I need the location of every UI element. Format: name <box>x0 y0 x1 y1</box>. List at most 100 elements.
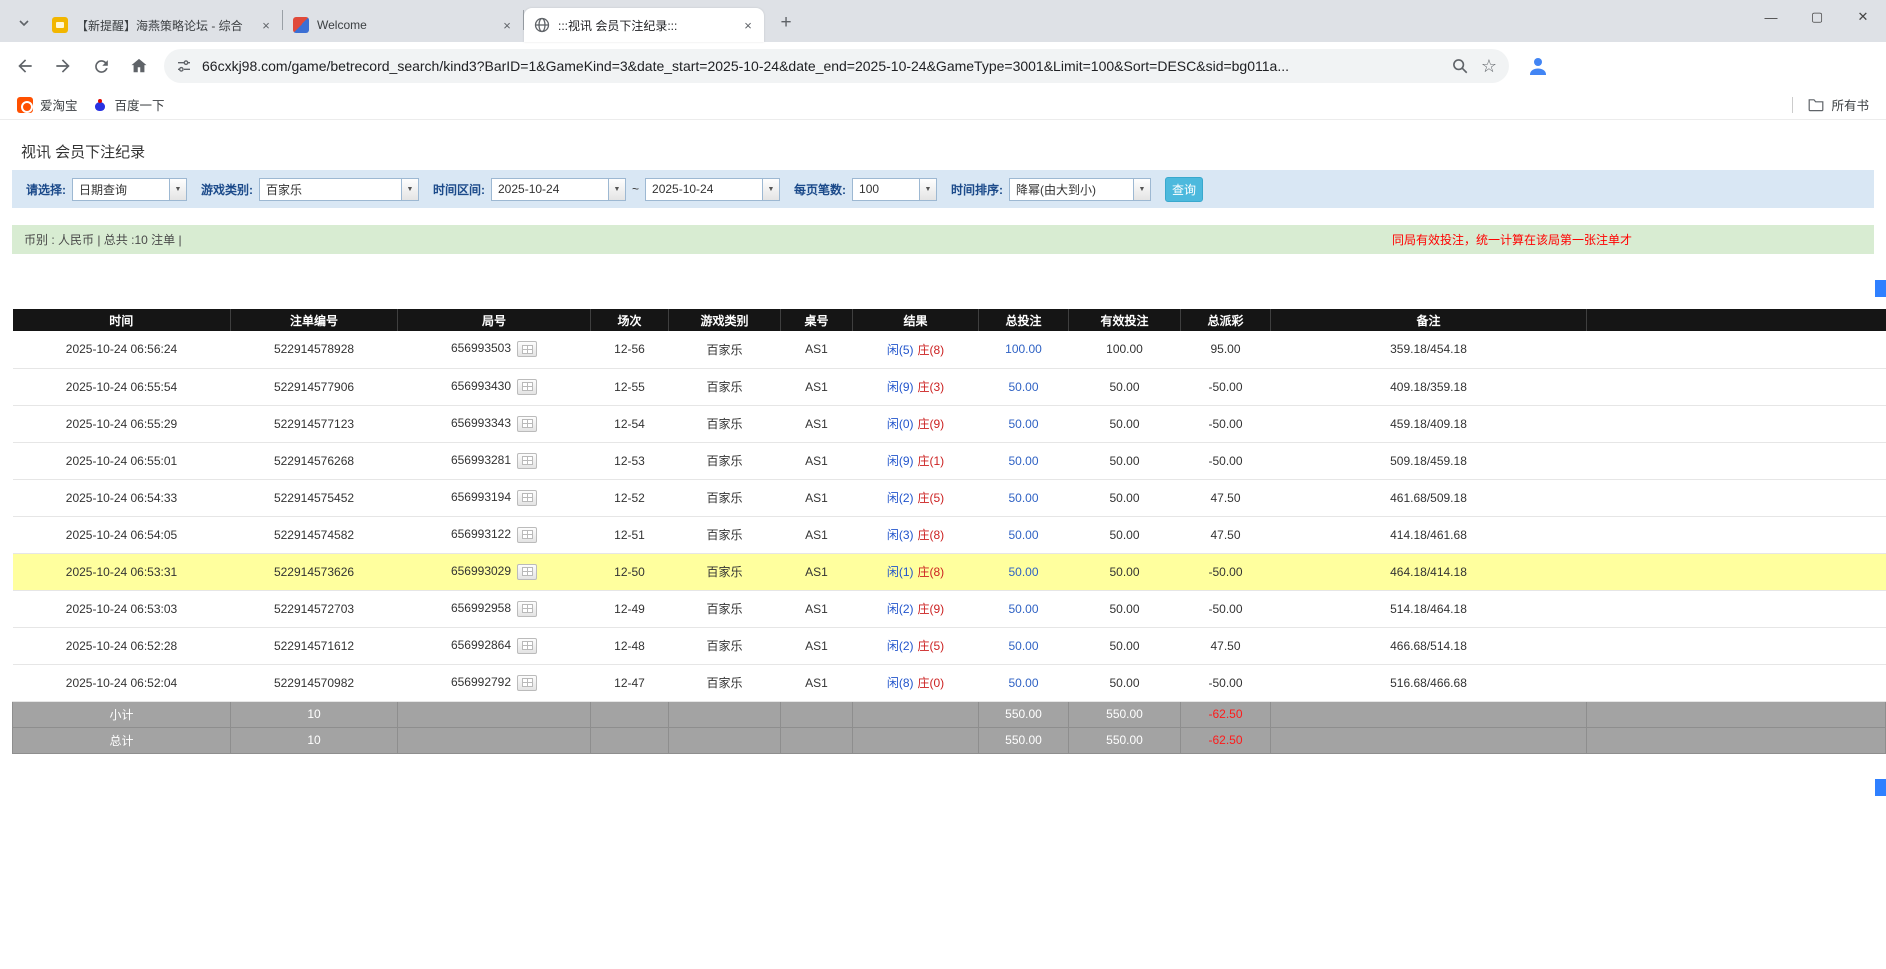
total-bet-link[interactable]: 50.00 <box>1008 639 1038 653</box>
dropdown-arrow-icon[interactable]: ▼ <box>401 179 418 200</box>
cell-payout: -50.00 <box>1181 405 1271 442</box>
forward-button[interactable] <box>46 49 80 83</box>
scroll-marker-top[interactable] <box>1875 280 1886 297</box>
total-bet-link[interactable]: 50.00 <box>1008 417 1038 431</box>
total-bet-link[interactable]: 50.00 <box>1008 602 1038 616</box>
bookmarks-bar: 爱淘宝 百度一下 所有书 <box>0 90 1886 120</box>
roadmap-button[interactable] <box>517 416 537 432</box>
maximize-button[interactable]: ▢ <box>1794 0 1840 34</box>
bookmark-baidu[interactable]: 百度一下 <box>85 92 172 117</box>
roadmap-button[interactable] <box>517 638 537 654</box>
cell-session: 12-49 <box>591 590 669 627</box>
table-row: 2025-10-24 06:54:33522914575452656993194… <box>13 479 1886 516</box>
cell-payout: 47.50 <box>1181 516 1271 553</box>
cell-game-type: 百家乐 <box>669 331 781 368</box>
tab-title: 【新提醒】海燕策略论坛 - 综合 <box>76 17 252 34</box>
minimize-button[interactable]: — <box>1748 0 1794 34</box>
back-button[interactable] <box>8 49 42 83</box>
roadmap-button[interactable] <box>517 379 537 395</box>
bookmark-star-icon[interactable]: ☆ <box>1481 56 1497 77</box>
total-bet-link[interactable]: 100.00 <box>1005 342 1042 356</box>
page-size-select[interactable]: 100 ▼ <box>852 178 937 201</box>
home-button[interactable] <box>122 49 156 83</box>
cell-total-bet: 50.00 <box>979 664 1069 701</box>
col-header-total-bet: 总投注 <box>979 309 1069 331</box>
dropdown-arrow-icon[interactable]: ▼ <box>169 179 186 200</box>
total-bet-link[interactable]: 50.00 <box>1008 491 1038 505</box>
search-button[interactable]: 查询 <box>1165 177 1203 202</box>
dropdown-arrow-icon[interactable]: ▼ <box>1133 179 1150 200</box>
roadmap-button[interactable] <box>517 675 537 691</box>
baidu-icon <box>92 97 108 113</box>
tab-search-button[interactable] <box>10 9 38 37</box>
dropdown-arrow-icon[interactable]: ▼ <box>762 179 779 200</box>
dropdown-arrow-icon[interactable]: ▼ <box>608 179 625 200</box>
cell-filler <box>1587 627 1886 664</box>
roadmap-button[interactable] <box>517 564 537 580</box>
zoom-icon[interactable] <box>1451 57 1469 75</box>
cell-payout: -50.00 <box>1181 664 1271 701</box>
cell-note: 514.18/464.18 <box>1271 590 1587 627</box>
tab-forum[interactable]: 【新提醒】海燕策略论坛 - 综合 × <box>42 8 282 42</box>
cell-session: 12-55 <box>591 368 669 405</box>
url-text[interactable]: 66cxkj98.com/game/betrecord_search/kind3… <box>202 58 1439 74</box>
scroll-marker-bottom[interactable] <box>1875 779 1886 796</box>
cell-note: 464.18/414.18 <box>1271 553 1587 590</box>
tab-close-icon[interactable]: × <box>258 17 274 33</box>
profile-avatar[interactable] <box>1521 49 1555 83</box>
roadmap-button[interactable] <box>517 341 537 357</box>
cell-result: 闲(1)庄(8) <box>853 553 979 590</box>
cell-payout: -50.00 <box>1181 553 1271 590</box>
roadmap-button[interactable] <box>517 490 537 506</box>
cell-valid-bet: 50.00 <box>1069 405 1181 442</box>
forum-favicon-icon <box>52 17 68 33</box>
total-bet-link[interactable]: 50.00 <box>1008 528 1038 542</box>
bookmark-taobao[interactable]: 爱淘宝 <box>10 92 85 117</box>
cell-total-bet: 50.00 <box>979 405 1069 442</box>
tab-close-icon[interactable]: × <box>499 17 515 33</box>
subtotal-payout: -62.50 <box>1181 701 1271 727</box>
cell-note: 359.18/454.18 <box>1271 331 1587 368</box>
cell-time: 2025-10-24 06:56:24 <box>13 331 231 368</box>
query-type-select[interactable]: 日期查询 ▼ <box>72 178 187 201</box>
page-size-value: 100 <box>853 182 919 196</box>
bookmark-label: 百度一下 <box>115 95 165 114</box>
cell-round-id: 656993122 <box>398 516 591 553</box>
cell-session: 12-47 <box>591 664 669 701</box>
cell-valid-bet: 50.00 <box>1069 516 1181 553</box>
total-bet-link[interactable]: 50.00 <box>1008 676 1038 690</box>
dropdown-arrow-icon[interactable]: ▼ <box>919 179 936 200</box>
date-start-value: 2025-10-24 <box>492 182 608 196</box>
roadmap-button[interactable] <box>517 601 537 617</box>
tab-welcome[interactable]: Welcome × <box>283 8 523 42</box>
tab-close-icon[interactable]: × <box>740 17 756 33</box>
all-bookmarks-folder[interactable]: 所有书 <box>1801 92 1876 117</box>
home-icon <box>129 56 149 76</box>
date-end-input[interactable]: 2025-10-24 ▼ <box>645 178 780 201</box>
total-count: 10 <box>231 727 398 753</box>
roadmap-button[interactable] <box>517 453 537 469</box>
total-bet-link[interactable]: 50.00 <box>1008 565 1038 579</box>
reload-button[interactable] <box>84 49 118 83</box>
roadmap-button[interactable] <box>517 527 537 543</box>
cell-total-bet: 50.00 <box>979 627 1069 664</box>
cell-result: 闲(9)庄(1) <box>853 442 979 479</box>
cell-table-no: AS1 <box>781 590 853 627</box>
total-bet-link[interactable]: 50.00 <box>1008 380 1038 394</box>
sort-select[interactable]: 降幂(由大到小) ▼ <box>1009 178 1151 201</box>
info-bar: 币别 : 人民币 | 总共 :10 注单 | 同局有效投注，统一计算在该局第一张… <box>12 225 1874 254</box>
tab-bet-records[interactable]: :::视讯 会员下注纪录::: × <box>524 8 764 42</box>
cell-note: 459.18/409.18 <box>1271 405 1587 442</box>
total-bet-link[interactable]: 50.00 <box>1008 454 1038 468</box>
date-end-value: 2025-10-24 <box>646 182 762 196</box>
date-start-input[interactable]: 2025-10-24 ▼ <box>491 178 626 201</box>
address-bar[interactable]: 66cxkj98.com/game/betrecord_search/kind3… <box>164 49 1509 83</box>
new-tab-button[interactable]: + <box>772 9 800 37</box>
cell-game-type: 百家乐 <box>669 627 781 664</box>
window-close-button[interactable]: ✕ <box>1840 0 1886 34</box>
site-settings-icon[interactable] <box>176 58 192 74</box>
cell-valid-bet: 50.00 <box>1069 442 1181 479</box>
cell-time: 2025-10-24 06:54:33 <box>13 479 231 516</box>
game-type-select[interactable]: 百家乐 ▼ <box>259 178 419 201</box>
cell-table-no: AS1 <box>781 405 853 442</box>
